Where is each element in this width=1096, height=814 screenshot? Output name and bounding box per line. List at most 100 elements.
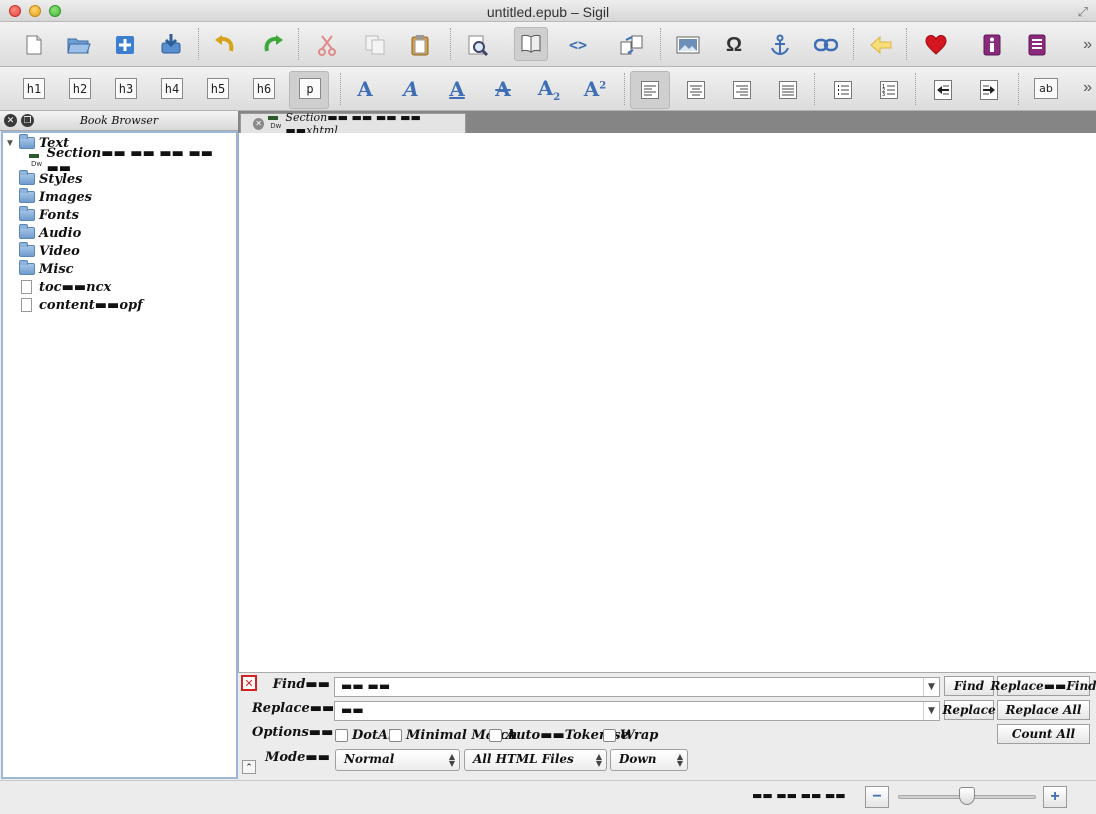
checkbox-box[interactable] [389,728,402,742]
go-back-button[interactable] [864,28,898,62]
heading6-button[interactable]: h6 [253,78,275,99]
expand-arrow-icon[interactable]: ▼ [5,138,15,149]
insert-image-button[interactable] [671,28,705,62]
bold-button[interactable]: A [350,76,380,102]
tree-file-toc[interactable]: toc▬▬ncx [21,278,111,296]
toolbar-separator [298,28,300,60]
special-character-button[interactable]: Ω [717,28,751,62]
heading3-button[interactable]: h3 [115,78,137,99]
save-button[interactable] [154,27,188,61]
find-button[interactable]: Find [944,676,994,696]
scope-select[interactable]: All HTML Files ▲ ▼ [464,749,607,771]
arrow-left-icon [870,36,892,54]
validate-button[interactable] [919,28,953,62]
copy-button[interactable] [358,28,392,62]
superscript-button[interactable]: A2 [580,76,610,102]
book-browser-tree: ▼ Text Dw Section▬▬ ▬▬ ▬▬ ▬▬ ▬▬ Styles I… [1,131,238,779]
direction-select[interactable]: Down ▲ ▼ [610,749,688,771]
file-icon [21,298,32,312]
heading2-button[interactable]: h2 [69,78,91,99]
replace-input[interactable]: ▬▬ ▼ [334,701,940,721]
change-case-button[interactable]: ab [1034,78,1058,99]
mode-select[interactable]: Normal ▲ ▼ [335,749,460,771]
find-replace-button[interactable] [461,28,495,62]
paragraph-button[interactable]: p [299,78,321,99]
open-file-button[interactable] [62,28,96,62]
insert-anchor-button[interactable] [763,28,797,62]
plus-icon [116,36,134,54]
tree-folder-fonts[interactable]: Fonts [19,206,79,224]
tree-item-label: toc▬▬ncx [39,279,112,295]
xhtml-file-icon: Dw [29,153,43,169]
wrap-checkbox[interactable]: Wrap [603,727,658,743]
updown-arrows-icon: ▲ ▼ [448,751,455,768]
align-center-button[interactable] [679,73,713,107]
metadata-button[interactable] [975,28,1009,62]
heart-icon [925,35,947,55]
tree-file-section[interactable]: Dw Section▬▬ ▬▬ ▬▬ ▬▬ ▬▬ [29,146,236,176]
editor-tab[interactable]: ✕ Dw Section▬▬ ▬▬ ▬▬ ▬▬ ▬▬xhtml [240,111,466,137]
toc-button[interactable] [1020,28,1054,62]
tree-folder-images[interactable]: Images [19,188,92,206]
tree-folder-audio[interactable]: Audio [19,224,81,242]
replace-button[interactable]: Replace [942,700,996,720]
code-view-button[interactable]: <> [561,28,595,62]
book-view-editor[interactable] [238,133,1096,672]
tree-item-label: Audio [39,225,82,241]
toolbar-overflow-icon[interactable]: » [1083,79,1092,97]
new-file-button[interactable] [17,28,51,62]
paste-button[interactable] [403,28,437,62]
tree-folder-styles[interactable]: Styles [19,170,82,188]
italic-icon: A [403,77,419,101]
direction-select-value: Down [619,752,657,766]
insert-link-button[interactable] [809,28,843,62]
book-view-button[interactable] [514,27,548,61]
toolbar-separator [853,28,855,60]
redo-button[interactable] [256,28,290,62]
find-history-dropdown-icon[interactable]: ▼ [923,678,939,696]
checkbox-box[interactable] [603,728,616,742]
subscript-button[interactable]: A2 [534,76,564,103]
align-left-icon [641,81,659,99]
tree-item-label: Images [39,189,92,205]
zoom-in-button[interactable]: + [1043,786,1067,808]
checkbox-box[interactable] [335,728,348,742]
cut-button[interactable] [310,28,344,62]
strikethrough-button[interactable]: A [488,76,518,102]
tree-folder-video[interactable]: Video [19,242,80,260]
count-all-button[interactable]: Count All [997,724,1090,744]
align-left-button[interactable] [633,73,667,107]
zoom-out-button[interactable]: − [865,786,889,808]
replace-history-dropdown-icon[interactable]: ▼ [923,702,939,720]
tree-item-label: Fonts [39,207,79,223]
numbered-list-button[interactable]: 123 [872,73,906,107]
add-file-button[interactable] [108,28,142,62]
title-bar: untitled.epub – Sigil ⤢ [0,0,1096,22]
checkbox-box[interactable] [489,728,502,742]
underline-button[interactable]: A [442,76,472,102]
italic-button[interactable]: A [396,76,426,102]
bullet-list-button[interactable] [826,73,860,107]
close-find-icon[interactable]: ✕ [241,675,257,691]
toolbar-overflow-icon[interactable]: » [1083,36,1092,54]
updown-arrows-icon: ▲ ▼ [676,751,683,768]
zoom-slider-thumb[interactable] [959,787,975,805]
align-right-button[interactable] [725,73,759,107]
tree-file-content[interactable]: content▬▬opf [21,296,143,314]
heading5-button[interactable]: h5 [207,78,229,99]
replace-find-button[interactable]: Replace▬▬Find [990,676,1096,696]
toolbar-separator [915,73,917,105]
tree-folder-misc[interactable]: Misc [19,260,74,278]
undo-button[interactable] [208,28,242,62]
increase-indent-button[interactable] [972,73,1006,107]
justify-button[interactable] [771,73,805,107]
replace-all-button[interactable]: Replace All [997,700,1090,720]
collapse-icon[interactable]: ⌃ [242,760,256,774]
decrease-indent-button[interactable] [926,73,960,107]
tab-close-icon[interactable]: ✕ [253,117,265,130]
fullscreen-icon[interactable]: ⤢ [1078,4,1088,20]
split-merge-button[interactable] [615,28,649,62]
heading4-button[interactable]: h4 [161,78,183,99]
heading1-button[interactable]: h1 [23,78,45,99]
find-input[interactable]: ▬▬ ▬▬ ▼ [334,677,940,697]
